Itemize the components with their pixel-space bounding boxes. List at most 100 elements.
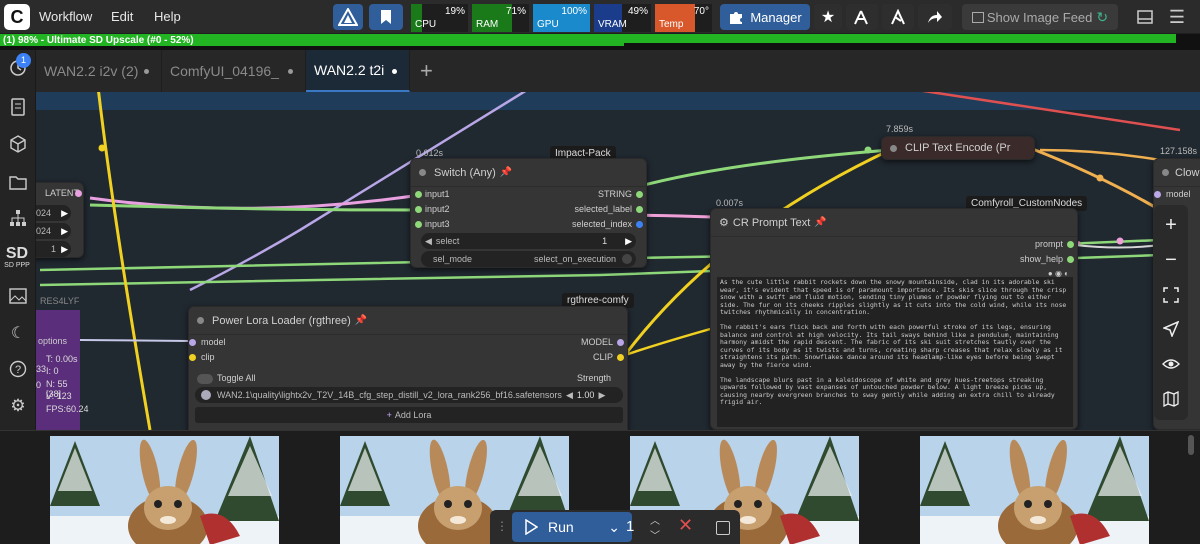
toggle-bottom-panel-button[interactable]	[1134, 4, 1156, 30]
run-button[interactable]: Run ⌄	[512, 512, 632, 542]
model-input-dot[interactable]	[1154, 191, 1161, 198]
clip-encode-title-bar[interactable]: CLIP Text Encode (Pr	[882, 137, 1034, 159]
latent-output-dot[interactable]	[75, 190, 82, 197]
collapse-dot-icon[interactable]	[419, 169, 426, 176]
node-library-button[interactable]	[8, 97, 28, 117]
generated-image-thumb[interactable]	[920, 436, 1149, 544]
power-lora-loader-node[interactable]: Power Lora Loader (rgthree) 📌 model clip…	[188, 306, 628, 430]
cr-prompt-text-node[interactable]: ⚙ CR Prompt Text 📌 prompt show_help ● ◉ …	[710, 208, 1078, 430]
clip-input-dot[interactable]	[189, 354, 196, 361]
toggle-links-button[interactable]	[1161, 354, 1181, 374]
bookmark-button[interactable]	[369, 4, 403, 30]
manager-label: Manager	[750, 9, 802, 25]
collapse-dot-icon[interactable]	[197, 317, 204, 324]
select-widget[interactable]: ◀ select 1 ▶	[421, 233, 636, 249]
input2-dot[interactable]	[415, 206, 422, 213]
tab-wan22-i2v[interactable]: WAN2.2 i2v (2)	[36, 50, 162, 92]
select-label: select	[435, 236, 460, 246]
switch-title-bar[interactable]: Switch (Any) 📌	[411, 159, 646, 187]
selected-index-output-dot[interactable]	[636, 221, 643, 228]
model-input-dot[interactable]	[189, 339, 196, 346]
gallery-scrollbar[interactable]	[1188, 435, 1194, 455]
gpu-value: 100%	[561, 6, 587, 17]
sd-ppp-button[interactable]: SD SD PPP	[4, 243, 30, 271]
toggle-all-switch[interactable]	[197, 374, 213, 384]
batch-widget[interactable]: 1 ▶	[36, 241, 71, 257]
settings-button[interactable]: ⚙	[8, 396, 28, 416]
increment-icon[interactable]: ︿	[650, 512, 660, 527]
prompt-textarea[interactable]: As the cute little rabbit rockets down t…	[717, 277, 1073, 427]
workflow-share-button[interactable]	[846, 4, 878, 30]
menu-help[interactable]: Help	[154, 9, 181, 24]
arrow-right-icon[interactable]: ▶	[598, 390, 605, 401]
pin-icon[interactable]: 📌	[814, 217, 826, 228]
zoom-out-button[interactable]: −	[1161, 249, 1181, 271]
share-button[interactable]	[918, 4, 952, 30]
clear-queue-icon[interactable]	[716, 521, 730, 535]
help-button[interactable]: ?	[8, 359, 28, 379]
decrement-icon[interactable]: ﹀	[650, 527, 660, 542]
power-lora-title-bar[interactable]: Power Lora Loader (rgthree) 📌	[189, 307, 627, 335]
latent-node[interactable]: LATENT 1024▶ 1024▶ 1▶	[36, 182, 84, 258]
lora-row[interactable]: WAN2.1\quality\lightx2v_T2V_14B_cfg_step…	[195, 387, 623, 403]
switch-any-node[interactable]: Switch (Any) 📌 input1 input2 input3 STRI…	[410, 158, 647, 268]
tab-wan22-t2i[interactable]: WAN2.2 t2i	[306, 50, 410, 92]
prompt-output-dot[interactable]	[1067, 241, 1074, 248]
zoom-in-button[interactable]: +	[1161, 214, 1181, 236]
fit-view-button[interactable]	[1161, 285, 1181, 305]
new-tab-button[interactable]: +	[420, 58, 433, 84]
model-output-dot[interactable]	[617, 339, 624, 346]
star-button[interactable]: ★	[814, 4, 842, 30]
cr-prompt-title-bar[interactable]: ⚙ CR Prompt Text 📌	[711, 209, 1077, 237]
show-image-feed-button[interactable]: Show Image Feed ↻	[962, 4, 1118, 30]
tab-comfyui-04196[interactable]: ComfyUI_04196_	[162, 50, 306, 92]
node-map-button[interactable]	[8, 208, 28, 228]
comfyui-logo[interactable]: C	[4, 4, 30, 30]
gpu-label: GPU	[537, 19, 559, 30]
sel-mode-widget[interactable]: sel_mode select_on_execution	[421, 251, 636, 267]
menu-button[interactable]: ☰	[1166, 4, 1188, 30]
input1-dot[interactable]	[415, 191, 422, 198]
add-lora-button[interactable]: + Add Lora	[195, 407, 623, 423]
unsaved-dot-icon[interactable]	[288, 69, 293, 74]
unsaved-dot-icon[interactable]	[144, 69, 149, 74]
input3-dot[interactable]	[415, 221, 422, 228]
height-widget[interactable]: 1024 ▶	[36, 223, 71, 239]
workflow-tab-bar: WAN2.2 i2v (2) ComfyUI_04196_ WAN2.2 t2i…	[36, 50, 1200, 92]
batch-count-input[interactable]: 1	[626, 518, 634, 535]
res4lyf-node[interactable]: options T: 0.00s 33 I: 0 0 N: 55 [38] V:…	[36, 310, 89, 430]
unsaved-dot-icon[interactable]	[392, 69, 397, 74]
minimap-button[interactable]	[1161, 389, 1181, 409]
string-output-dot[interactable]	[636, 191, 643, 198]
menu-edit[interactable]: Edit	[111, 9, 133, 24]
clip-output-dot[interactable]	[617, 354, 624, 361]
crystools-button[interactable]	[333, 4, 363, 30]
select-mode-button[interactable]	[1161, 319, 1181, 339]
model-library-button[interactable]	[8, 134, 28, 154]
cancel-run-icon[interactable]: ✕	[678, 515, 693, 536]
pin-icon[interactable]: 📌	[355, 315, 367, 326]
lora-strength-value[interactable]: 1.00	[577, 390, 595, 400]
manager-button[interactable]: Manager	[720, 4, 810, 30]
workflows-button[interactable]	[8, 172, 28, 192]
pin-icon[interactable]: 📌	[500, 167, 512, 178]
sampler-title-bar[interactable]: Clow	[1154, 159, 1200, 187]
generated-image-thumb[interactable]	[50, 436, 279, 544]
theme-toggle-button[interactable]: ☾	[8, 323, 28, 343]
lora-toggle[interactable]	[201, 390, 211, 400]
show-help-output-dot[interactable]	[1067, 256, 1074, 263]
image-gallery-button[interactable]	[8, 286, 28, 306]
collapse-dot-icon[interactable]	[890, 144, 897, 152]
run-options-chevron-icon[interactable]: ⌄	[608, 519, 620, 536]
arrow-left-icon[interactable]: ◀	[566, 390, 573, 401]
workflow-upload-button[interactable]	[882, 4, 914, 30]
temp-label: Temp	[659, 19, 684, 30]
node-graph-canvas[interactable]: LATENT 1024▶ 1024▶ 1▶ RES4LYF options T:…	[36, 92, 1200, 430]
selected-label-output-dot[interactable]	[636, 206, 643, 213]
clip-text-encode-node[interactable]: CLIP Text Encode (Pr	[881, 136, 1035, 160]
sd-ppp-label: SD PPP	[4, 261, 30, 269]
collapse-dot-icon[interactable]	[1162, 169, 1169, 176]
width-widget[interactable]: 1024 ▶	[36, 205, 71, 221]
menu-workflow[interactable]: Workflow	[39, 9, 92, 24]
tab-label: WAN2.2 t2i	[314, 62, 385, 78]
